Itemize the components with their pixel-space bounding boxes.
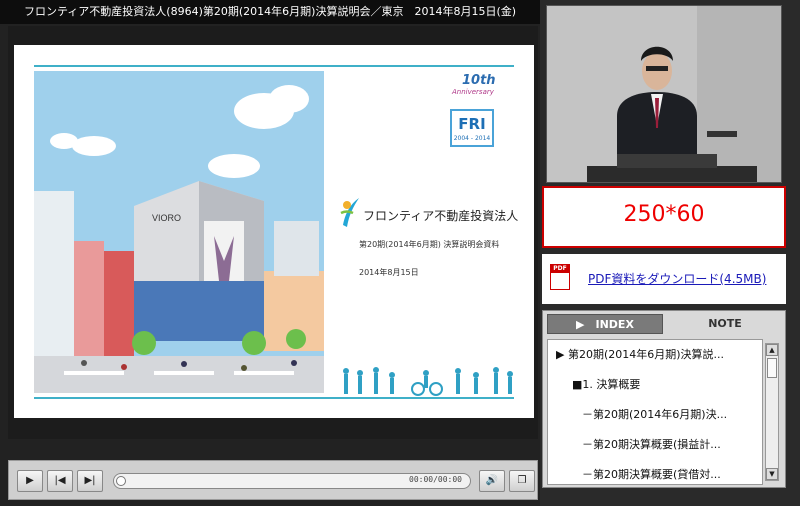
- list-item[interactable]: ▶ 第20期(2014年6月期)決算説...: [548, 340, 762, 370]
- company-logo-icon: [340, 198, 359, 227]
- skip-back-icon: |◀: [54, 475, 66, 486]
- page-title: フロンティア不動産投資法人(8964)第20期(2014年6月期)決算説明会／東…: [0, 0, 540, 24]
- store-sign: VIORO: [152, 213, 181, 223]
- play-icon: ▶: [26, 475, 34, 486]
- pdf-icon: PDF: [550, 264, 570, 290]
- time-display: 00:00/00:00: [409, 475, 462, 484]
- pdf-download: PDF PDF資料をダウンロード(4.5MB): [542, 254, 786, 304]
- volume-icon: 🔊: [485, 475, 499, 486]
- anniversary-word: Anniversary: [452, 88, 494, 96]
- speaker-video-frame: [547, 6, 781, 182]
- company-name: フロンティア不動産投資法人: [363, 209, 519, 223]
- index-panel: ▶ INDEX NOTE ▶ 第20期(2014年6月期)決算説... ■1. …: [542, 310, 786, 488]
- pdf-download-link[interactable]: PDF資料をダウンロード(4.5MB): [588, 270, 766, 287]
- slide-stage: VIORO 10th Anniversary FRI 2004 - 2014 フ…: [8, 26, 538, 439]
- tab-note[interactable]: NOTE: [667, 314, 783, 334]
- city-illustration: VIORO: [34, 71, 324, 393]
- list-item[interactable]: －第20期決算概要(貸借対...: [548, 460, 762, 484]
- scroll-up-icon[interactable]: ▲: [766, 344, 778, 356]
- window-toggle-icon: ❐: [517, 475, 527, 486]
- tab-index[interactable]: ▶ INDEX: [547, 314, 663, 334]
- anniversary-logo: 10th Anniversary FRI 2004 - 2014: [434, 73, 514, 155]
- fri-badge: FRI 2004 - 2014: [450, 109, 494, 147]
- play-button[interactable]: ▶: [17, 470, 43, 492]
- index-list: ▶ 第20期(2014年6月期)決算説... ■1. 決算概要 －第20期(20…: [547, 339, 763, 485]
- people-silhouettes-icon: [343, 367, 513, 396]
- ad-text: 250*60: [623, 202, 705, 227]
- scroll-thumb[interactable]: [767, 358, 777, 378]
- speaker-video: [546, 5, 782, 183]
- previous-button[interactable]: |◀: [47, 470, 73, 492]
- index-scrollbar[interactable]: ▲ ▼: [765, 343, 779, 481]
- anniversary-number: 10th: [462, 73, 496, 88]
- slide-date: 2014年8月15日: [359, 268, 419, 277]
- slide: VIORO 10th Anniversary FRI 2004 - 2014 フ…: [14, 45, 534, 418]
- slide-subtitle: 第20期(2014年6月期) 決算説明会資料: [359, 240, 500, 249]
- list-item[interactable]: －第20期(2014年6月期)決...: [548, 400, 762, 430]
- skip-forward-icon: ▶|: [84, 475, 96, 486]
- presentation-area: フロンティア不動産投資法人(8964)第20期(2014年6月期)決算説明会／東…: [0, 0, 540, 506]
- slide-top-rule: [34, 65, 514, 67]
- seek-handle[interactable]: [116, 476, 126, 486]
- window-toggle-button[interactable]: ❐: [509, 470, 535, 492]
- player-controls: ▶ |◀ ▶| 00:00/00:00 🔊 ❐: [8, 460, 538, 500]
- list-item[interactable]: ■1. 決算概要: [548, 370, 762, 400]
- volume-button[interactable]: 🔊: [479, 470, 505, 492]
- list-item[interactable]: －第20期決算概要(損益計...: [548, 430, 762, 460]
- anniversary-years: 2004 - 2014: [453, 135, 491, 142]
- slide-bottom-rule: [34, 397, 514, 399]
- ad-banner[interactable]: 250*60: [542, 186, 786, 248]
- fri-logo-text: FRI: [458, 115, 486, 133]
- next-button[interactable]: ▶|: [77, 470, 103, 492]
- sidebar: 250*60 PDF PDF資料をダウンロード(4.5MB) ▶ INDEX N…: [540, 0, 800, 506]
- seek-bar[interactable]: 00:00/00:00: [113, 473, 471, 489]
- scroll-down-icon[interactable]: ▼: [766, 468, 778, 480]
